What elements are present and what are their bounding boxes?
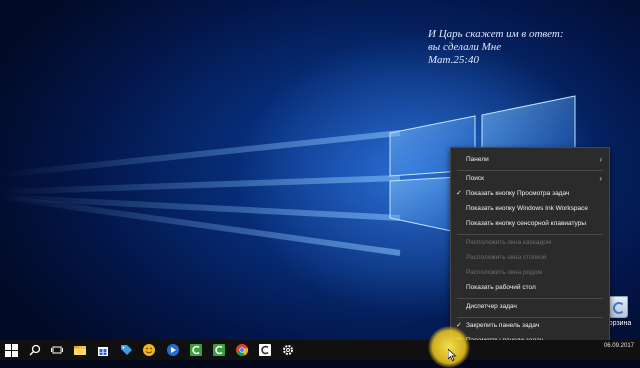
menu-item-show-task-view[interactable]: ✓ Показать кнопку Просмотра задач xyxy=(451,187,609,201)
camtasia-icon[interactable] xyxy=(212,343,226,357)
file-explorer-icon[interactable] xyxy=(73,343,87,357)
task-view-icon[interactable] xyxy=(50,343,64,357)
mouse-pointer-icon xyxy=(448,349,457,361)
menu-item-stack-windows: Расположить окна стопкой xyxy=(466,254,547,261)
settings-gear-icon[interactable] xyxy=(281,343,295,357)
chevron-right-icon: › xyxy=(599,155,602,164)
menu-separator xyxy=(457,234,603,235)
chevron-right-icon: › xyxy=(599,174,602,183)
menu-item-show-desktop[interactable]: Показать рабочий стол xyxy=(451,281,609,295)
camtasia-alt-icon[interactable] xyxy=(258,343,272,357)
taskbar-date: 06.09.2017 xyxy=(603,343,634,349)
menu-item-search[interactable]: Поиск › xyxy=(451,172,609,186)
taskbar-context-menu: Панели › Поиск › ✓ Показать кнопку Просм… xyxy=(450,147,610,350)
store-icon[interactable] xyxy=(96,343,110,357)
menu-item-panels[interactable]: Панели › xyxy=(451,153,609,167)
taskbar: 06.09.2017 xyxy=(0,340,640,360)
search-icon[interactable] xyxy=(28,343,42,357)
menu-item-lock-taskbar[interactable]: ✓ Закрепить панель задач xyxy=(451,319,609,333)
menu-item-show-ink-workspace[interactable]: Показать кнопку Windows Ink Workspace xyxy=(451,202,609,216)
menu-separator xyxy=(457,317,603,318)
taskbar-clock[interactable]: 06.09.2017 xyxy=(604,343,634,350)
cursor-highlight xyxy=(428,326,470,368)
menu-separator xyxy=(457,298,603,299)
recycle-bin-icon xyxy=(608,296,628,318)
media-app-icon[interactable] xyxy=(166,343,180,357)
menu-separator xyxy=(457,170,603,171)
checkmark-icon: ✓ xyxy=(456,190,462,197)
menu-item-task-manager[interactable]: Диспетчер задач xyxy=(451,300,609,314)
start-button[interactable] xyxy=(2,342,18,358)
bible-verse-text: И Царь скажет им в ответ: вы сделали Мне… xyxy=(428,28,564,66)
menu-item-side-by-side-windows: Расположить окна рядом xyxy=(466,269,542,276)
tag-app-icon[interactable] xyxy=(119,343,133,357)
camtasia-icon[interactable] xyxy=(189,343,203,357)
menu-item-cascade-windows: Расположить окна каскадом xyxy=(466,239,552,246)
windows-start-icon xyxy=(5,344,18,357)
menu-item-show-touch-keyboard[interactable]: Показать кнопку сенсорной клавиатуры xyxy=(451,217,609,231)
smiley-app-icon[interactable] xyxy=(142,343,156,357)
chrome-icon[interactable] xyxy=(235,343,249,357)
